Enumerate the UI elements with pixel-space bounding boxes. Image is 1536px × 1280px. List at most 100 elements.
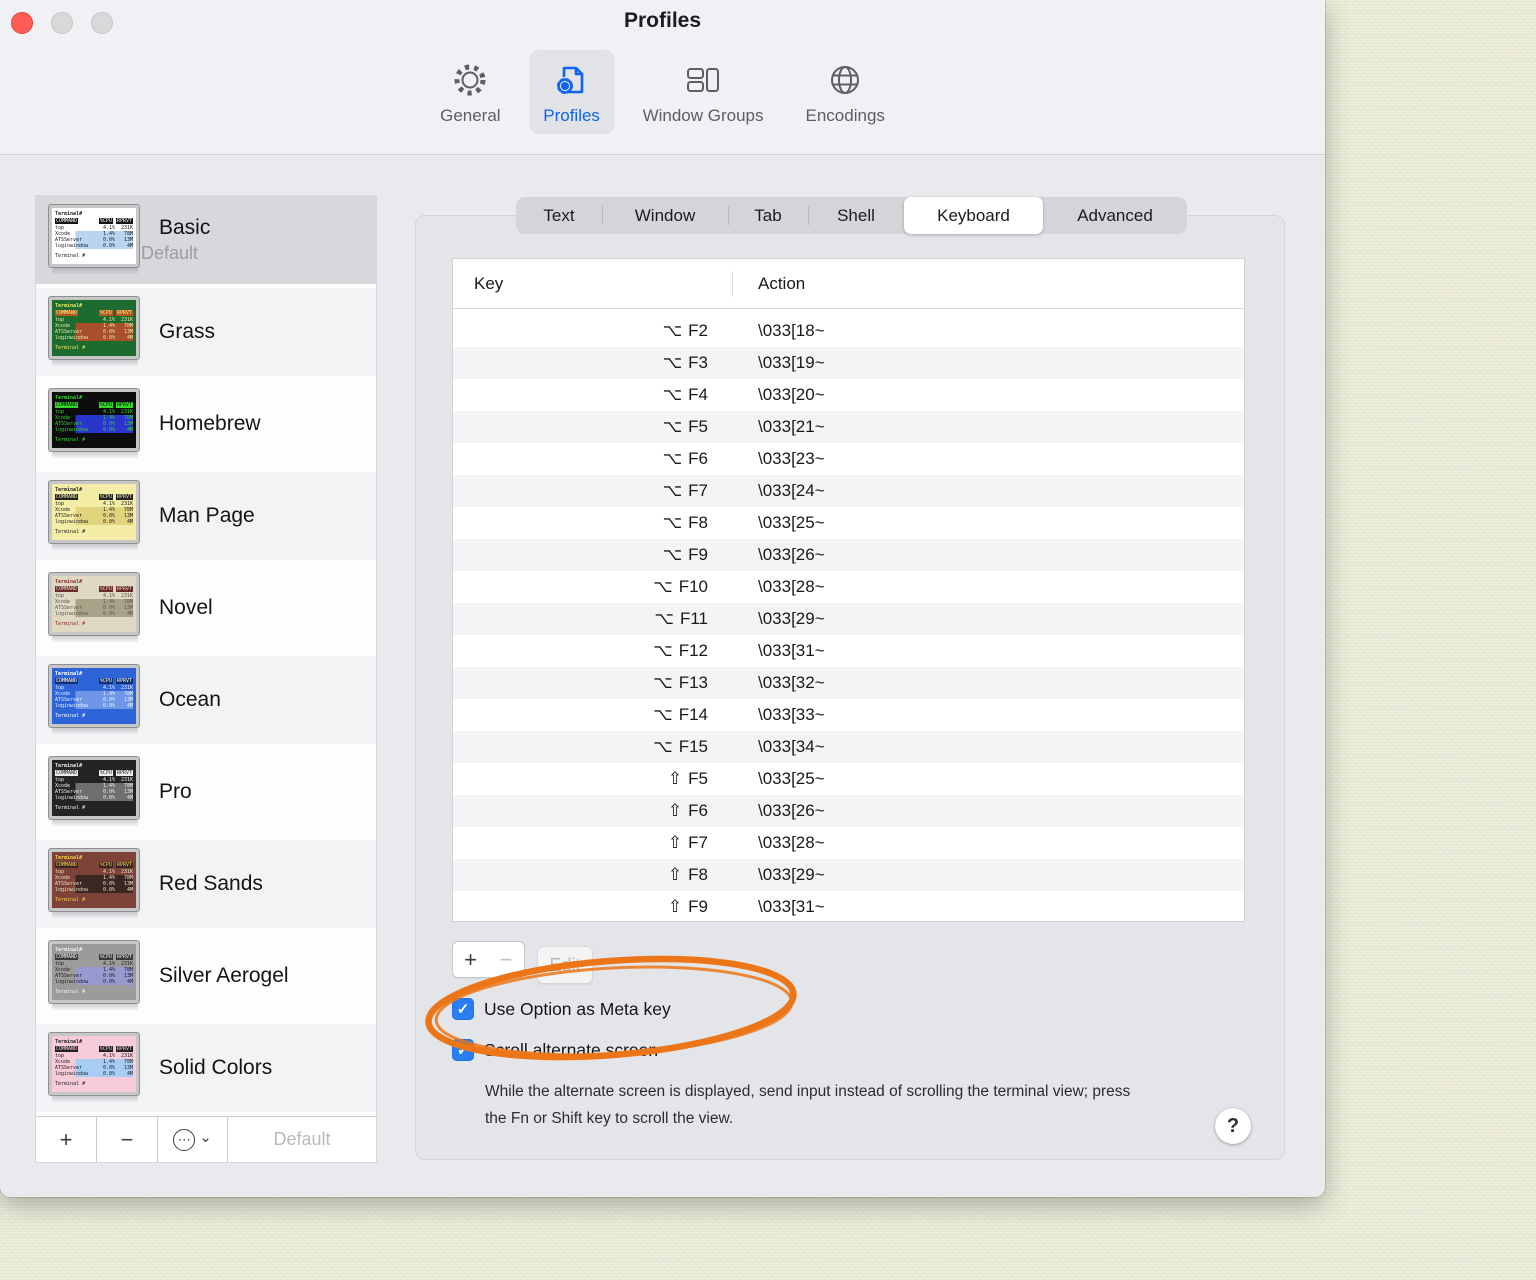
settings-tab-shell[interactable]: Shell <box>808 197 904 234</box>
action-cell: \033[28~ <box>758 577 825 596</box>
add-key-button[interactable]: + <box>452 941 489 978</box>
gear-icon <box>452 60 488 100</box>
settings-tab-text[interactable]: Text <box>516 197 602 234</box>
toolbar-tab-label: General <box>440 106 501 125</box>
keyboard-table-row[interactable]: ⇧ F7 \033[28~ <box>453 827 1244 859</box>
option-key-icon: ⌥ <box>653 705 673 724</box>
thumbnail-reflection <box>52 268 138 275</box>
toolbar-tab-encodings[interactable]: Encodings <box>792 50 899 134</box>
profile-name-block: Ocean <box>141 688 221 712</box>
edit-key-button[interactable]: Edit <box>537 946 593 984</box>
keyboard-table-row[interactable]: ⇧ F6 \033[26~ <box>453 795 1244 827</box>
option-key-icon: ⌥ <box>653 641 673 660</box>
keyboard-table-row[interactable]: ⇧ F5 \033[25~ <box>453 763 1244 795</box>
scroll-alternate-screen-checkbox[interactable]: ✓ <box>452 1039 474 1061</box>
profile-item-homebrew[interactable]: Terminal# COMMAND %CPU RPRVT top 4.1% 231K … <box>36 380 376 468</box>
key-cell: ⌥ F10 <box>653 577 708 596</box>
keyboard-table-row[interactable]: ⌥ F4 \033[20~ <box>453 379 1244 411</box>
settings-tab-tab[interactable]: Tab <box>728 197 808 234</box>
settings-tab-window[interactable]: Window <box>602 197 728 234</box>
preferences-window: Profiles General Profiles Window Groups … <box>0 0 1325 1197</box>
keyboard-table-row[interactable]: ⌥ F12 \033[31~ <box>453 635 1244 667</box>
profile-item-novel[interactable]: Terminal# COMMAND %CPU RPRVT top 4.1% 231K … <box>36 564 376 652</box>
profile-thumbnail: Terminal# COMMAND %CPU RPRVT top 4.1% 231K … <box>48 1032 141 1103</box>
profile-thumbnail: Terminal# COMMAND %CPU RPRVT top 4.1% 231K … <box>48 480 141 551</box>
help-button[interactable]: ? <box>1215 1108 1251 1144</box>
add-profile-button[interactable]: + <box>36 1117 97 1162</box>
option-key-icon: ⌥ <box>653 577 673 596</box>
profile-name-block: Basic Default <box>141 216 210 264</box>
option-key-icon: ⌥ <box>653 737 673 756</box>
profile-item-silver-aerogel[interactable]: Terminal# COMMAND %CPU RPRVT top 4.1% 231K … <box>36 932 376 1020</box>
option-key-icon: ⌥ <box>662 321 683 340</box>
keyboard-table-row[interactable]: ⌥ F14 \033[33~ <box>453 699 1244 731</box>
shift-key-icon: ⇧ <box>667 769 683 788</box>
toolbar-tab-general[interactable]: General <box>426 50 514 134</box>
keyboard-table-row[interactable]: ⌥ F9 \033[26~ <box>453 539 1244 571</box>
profile-item-red-sands[interactable]: Terminal# COMMAND %CPU RPRVT top 4.1% 231K … <box>36 840 376 928</box>
action-cell: \033[31~ <box>758 641 825 660</box>
action-cell: \033[34~ <box>758 737 825 756</box>
thumbnail-reflection <box>52 544 138 551</box>
use-option-as-meta-checkbox[interactable]: ✓ <box>452 998 474 1020</box>
toolbar-tab-window-groups[interactable]: Window Groups <box>629 50 778 134</box>
profile-item-grass[interactable]: Terminal# COMMAND %CPU RPRVT top 4.1% 231K … <box>36 288 376 376</box>
keyboard-table-row[interactable]: ⌥ F8 \033[25~ <box>453 507 1244 539</box>
settings-tab-advanced[interactable]: Advanced <box>1043 197 1187 234</box>
profile-item-basic[interactable]: Terminal# COMMAND %CPU RPRVT top 4.1% 231K … <box>36 196 376 284</box>
keyboard-table-row[interactable]: ⌥ F6 \033[23~ <box>453 443 1244 475</box>
thumbnail-reflection <box>52 1096 138 1103</box>
profile-name: Ocean <box>159 688 221 711</box>
toolbar-tabs: General Profiles Window Groups Encodings <box>0 50 1325 134</box>
thumb-prompt: Terminal # <box>55 529 86 535</box>
keyboard-table-row[interactable]: ⌥ F15 \033[34~ <box>453 731 1244 763</box>
keyboard-table-row[interactable]: ⌥ F3 \033[19~ <box>453 347 1244 379</box>
profile-item-ocean[interactable]: Terminal# COMMAND %CPU RPRVT top 4.1% 231K … <box>36 656 376 744</box>
settings-tab-keyboard[interactable]: Keyboard <box>904 197 1043 234</box>
thumb-header-row: COMMAND %CPU RPRVT <box>55 218 133 224</box>
thumb-title: Terminal# <box>55 947 83 953</box>
keyboard-table-row[interactable]: ⌥ F11 \033[29~ <box>453 603 1244 635</box>
profile-list-sidebar: Terminal# COMMAND %CPU RPRVT top 4.1% 231K … <box>35 195 377 1163</box>
keyboard-table-row[interactable]: ⌥ F13 \033[32~ <box>453 667 1244 699</box>
profile-name-block: Homebrew <box>141 412 261 436</box>
thumb-prompt: Terminal # <box>55 437 86 443</box>
keyboard-table-row[interactable]: ⌥ F5 \033[21~ <box>453 411 1244 443</box>
thumbnail-reflection <box>52 728 138 735</box>
thumbnail-reflection <box>52 636 138 643</box>
profile-thumbnail: Terminal# COMMAND %CPU RPRVT top 4.1% 231K … <box>48 388 141 459</box>
keyboard-table-row[interactable]: ⇧ F9 \033[31~ <box>453 891 1244 923</box>
action-cell: \033[25~ <box>758 513 825 532</box>
profile-name: Basic <box>159 216 211 239</box>
profile-actions-button[interactable]: ⋯ ⌄ <box>158 1117 228 1162</box>
profile-item-solid-colors[interactable]: Terminal# COMMAND %CPU RPRVT top 4.1% 231K … <box>36 1024 376 1112</box>
keyboard-table-row[interactable]: ⌥ F10 \033[28~ <box>453 571 1244 603</box>
keyboard-table-row[interactable]: ⇧ F8 \033[29~ <box>453 859 1244 891</box>
remove-key-button[interactable]: − <box>488 941 525 978</box>
checkbox-label: Use Option as Meta key <box>484 998 671 1019</box>
option-key-icon: ⌥ <box>662 545 683 564</box>
remove-profile-button[interactable]: − <box>97 1117 158 1162</box>
thumbnail-reflection <box>52 1004 138 1011</box>
action-cell: \033[21~ <box>758 417 825 436</box>
profile-thumbnail: Terminal# COMMAND %CPU RPRVT top 4.1% 231K … <box>48 296 141 367</box>
checkbox-label: Scroll alternate screen <box>484 1039 659 1060</box>
keyboard-table-row[interactable]: ⌥ F7 \033[24~ <box>453 475 1244 507</box>
key-cell: ⌥ F11 <box>654 609 708 628</box>
set-default-button[interactable]: Default <box>228 1117 376 1162</box>
profile-item-man-page[interactable]: Terminal# COMMAND %CPU RPRVT top 4.1% 231K … <box>36 472 376 560</box>
profile-name-block: Novel <box>141 596 213 620</box>
option-key-icon: ⌥ <box>662 513 683 532</box>
toolbar-tab-profiles[interactable]: Profiles <box>528 50 615 134</box>
profile-item-pro[interactable]: Terminal# COMMAND %CPU RPRVT top 4.1% 231K … <box>36 748 376 836</box>
thumb-title: Terminal# <box>55 487 83 493</box>
key-cell: ⇧ F8 <box>667 865 708 884</box>
window-title: Profiles <box>623 9 702 32</box>
thumb-title: Terminal# <box>55 1039 83 1045</box>
profile-thumbnail: Terminal# COMMAND %CPU RPRVT top 4.1% 231K … <box>48 756 141 827</box>
column-divider[interactable] <box>732 271 733 297</box>
thumb-header-row: COMMAND %CPU RPRVT <box>55 770 133 776</box>
keyboard-table-row[interactable]: ⌥ F2 \033[18~ <box>453 315 1244 347</box>
window-groups-icon <box>683 60 723 100</box>
action-cell: \033[23~ <box>758 449 825 468</box>
